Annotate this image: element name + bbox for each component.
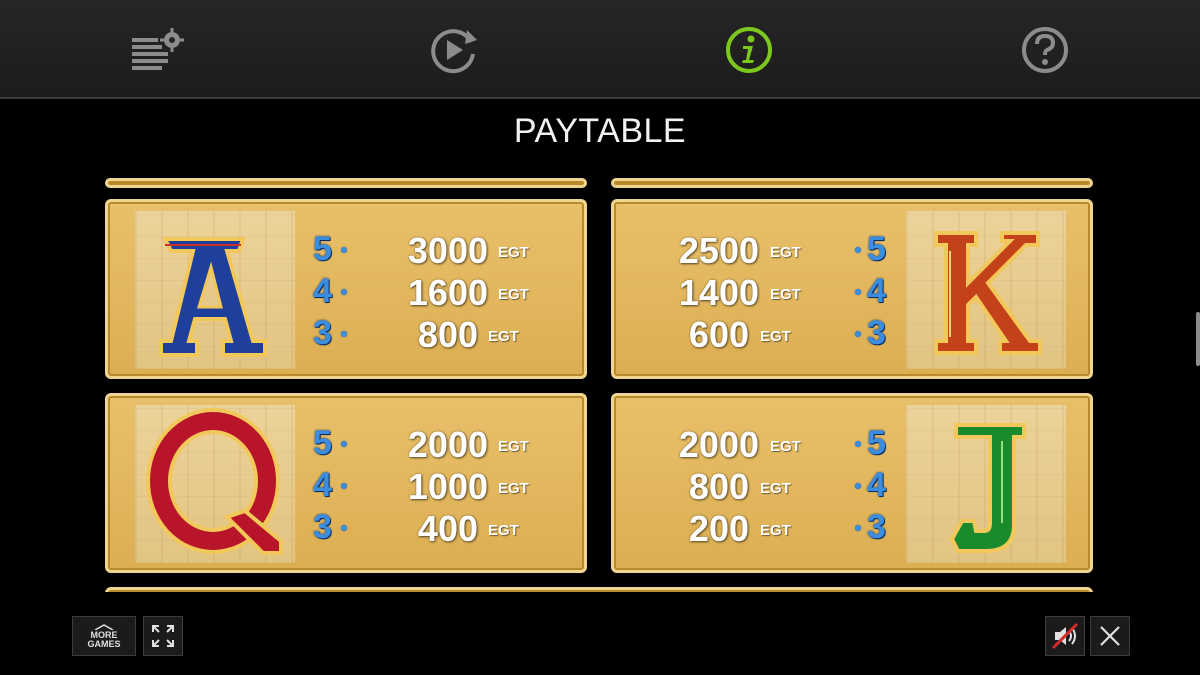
currency-unit: EGT bbox=[760, 522, 791, 539]
paytable-panel-j: 2000 EGT 5 800 EGT 4 200 EGT 3 bbox=[611, 393, 1093, 573]
paytable-panel-q: 5 2000 EGT 4 1000 EGT 3 400 EGT bbox=[105, 393, 587, 573]
paytable-panel-k: 2500 EGT 5 1400 EGT 4 600 EGT 3 bbox=[611, 199, 1093, 379]
paytable-panel-partial bbox=[611, 178, 1093, 188]
dot bbox=[341, 331, 347, 337]
dot bbox=[341, 247, 347, 253]
pay-amount: 600 bbox=[688, 314, 749, 355]
pay-amount: 800 bbox=[688, 466, 749, 507]
pay-row: 4 1600 EGT bbox=[313, 272, 613, 313]
currency-unit: EGT bbox=[760, 480, 791, 497]
dot bbox=[341, 483, 347, 489]
pay-row: 3 800 EGT bbox=[313, 314, 613, 355]
pay-amount: 2500 bbox=[678, 230, 759, 271]
fullscreen-icon[interactable] bbox=[143, 616, 183, 656]
more-games-button[interactable]: MORE GAMES bbox=[72, 616, 136, 656]
symbol-count: 5 bbox=[313, 230, 332, 268]
dot bbox=[855, 247, 861, 253]
currency-unit: EGT bbox=[770, 286, 801, 303]
more-games-line2: GAMES bbox=[87, 638, 121, 649]
more-games-label: MORE GAMES bbox=[87, 623, 121, 649]
dot bbox=[855, 441, 861, 447]
symbol-count: 5 bbox=[867, 230, 886, 268]
symbol-count: 3 bbox=[867, 508, 886, 546]
currency-unit: EGT bbox=[770, 244, 801, 261]
settings-stack-icon[interactable] bbox=[130, 22, 186, 78]
currency-unit: EGT bbox=[498, 244, 529, 261]
dot bbox=[855, 331, 861, 337]
pay-amount: 3000 bbox=[407, 230, 488, 271]
pay-amount: 1400 bbox=[678, 272, 759, 313]
top-toolbar bbox=[0, 0, 1200, 99]
paytable-panel-partial bbox=[105, 178, 587, 188]
pay-amount: 200 bbox=[688, 508, 749, 549]
paytable-panel-a: 5 3000 EGT 4 1600 EGT 3 800 EGT bbox=[105, 199, 587, 379]
dot bbox=[855, 525, 861, 531]
scrollbar[interactable] bbox=[1196, 312, 1200, 366]
currency-unit: EGT bbox=[770, 438, 801, 455]
dot bbox=[341, 289, 347, 295]
currency-unit: EGT bbox=[498, 286, 529, 303]
pay-row: 4 1000 EGT bbox=[313, 466, 613, 507]
pay-amount: 1600 bbox=[407, 272, 488, 313]
info-icon[interactable] bbox=[721, 22, 777, 78]
house-roof-icon bbox=[94, 623, 114, 630]
help-icon[interactable] bbox=[1017, 22, 1073, 78]
autoplay-replay-icon[interactable] bbox=[425, 22, 481, 78]
symbol-count: 3 bbox=[313, 508, 332, 546]
pay-row: 3 400 EGT bbox=[313, 508, 613, 549]
currency-unit: EGT bbox=[498, 480, 529, 497]
close-icon[interactable] bbox=[1090, 616, 1130, 656]
currency-unit: EGT bbox=[760, 328, 791, 345]
dot bbox=[855, 289, 861, 295]
dot bbox=[341, 441, 347, 447]
symbol-count: 4 bbox=[867, 466, 886, 504]
symbol-count: 5 bbox=[313, 424, 332, 462]
pay-amount: 1000 bbox=[407, 466, 488, 507]
symbol-count: 3 bbox=[867, 314, 886, 352]
sound-muted-icon[interactable] bbox=[1045, 616, 1085, 656]
pay-row: 5 3000 EGT bbox=[313, 230, 613, 271]
pay-amount: 800 bbox=[417, 314, 478, 355]
symbol-count: 4 bbox=[313, 466, 332, 504]
symbol-q-image bbox=[135, 405, 295, 563]
symbol-count: 3 bbox=[313, 314, 332, 352]
paytable-panel-partial bbox=[105, 587, 1093, 592]
pay-amount: 2000 bbox=[407, 424, 488, 465]
page-title: PAYTABLE bbox=[513, 112, 687, 150]
dot bbox=[855, 483, 861, 489]
pay-amount: 400 bbox=[417, 508, 478, 549]
paytable-viewport[interactable]: 5 3000 EGT 4 1600 EGT 3 800 EGT 2500 EGT… bbox=[100, 178, 1100, 592]
pay-row: 5 2000 EGT bbox=[313, 424, 613, 465]
symbol-j-image bbox=[906, 405, 1066, 563]
symbol-k-image bbox=[906, 211, 1066, 369]
currency-unit: EGT bbox=[488, 328, 519, 345]
pay-amount: 2000 bbox=[678, 424, 759, 465]
symbol-count: 4 bbox=[867, 272, 886, 310]
currency-unit: EGT bbox=[498, 438, 529, 455]
dot bbox=[341, 525, 347, 531]
currency-unit: EGT bbox=[488, 522, 519, 539]
symbol-count: 4 bbox=[313, 272, 332, 310]
symbol-a-image bbox=[135, 211, 295, 369]
symbol-count: 5 bbox=[867, 424, 886, 462]
